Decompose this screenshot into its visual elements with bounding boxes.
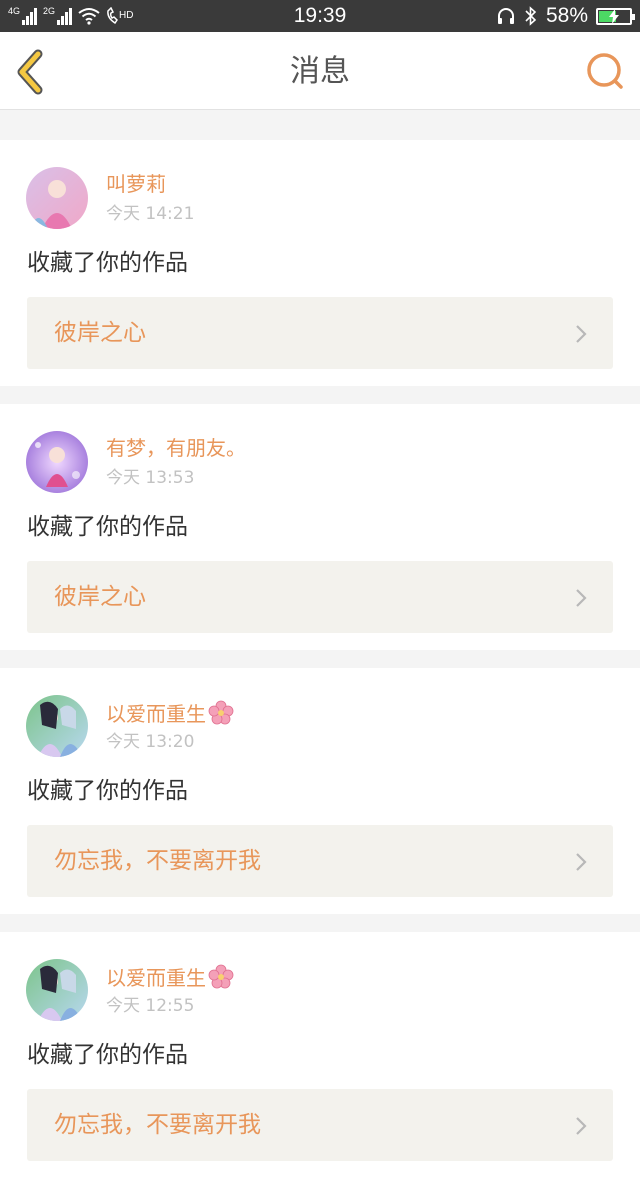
- username[interactable]: 有梦，有朋友。: [106, 436, 246, 460]
- username-text: 以爱而重生: [106, 702, 206, 726]
- avatar[interactable]: [26, 959, 88, 1021]
- work-link[interactable]: 彼岸之心: [27, 297, 613, 369]
- username[interactable]: 叫萝莉: [106, 172, 166, 196]
- back-chevron-icon: [17, 49, 43, 95]
- chevron-right-icon: [576, 325, 587, 343]
- headphones-icon: [497, 8, 514, 24]
- search-icon: [587, 53, 623, 89]
- message-card: 有梦，有朋友。 今天 13:53 收藏了你的作品 彼岸之心: [0, 404, 640, 650]
- search-button[interactable]: [584, 50, 626, 92]
- nav-bar: 消息: [0, 32, 640, 110]
- message-card: 以爱而重生 今天 12:55 收藏了你的作品 勿忘我，不要离开我: [0, 932, 640, 1178]
- action-text: 收藏了你的作品: [27, 778, 188, 804]
- username[interactable]: 以爱而重生: [106, 700, 234, 726]
- timestamp: 今天 12:55: [106, 996, 195, 1016]
- chevron-right-icon: [576, 1117, 587, 1135]
- avatar[interactable]: [26, 695, 88, 757]
- cherry-blossom-icon: [208, 700, 234, 725]
- avatar-image-icon: [26, 167, 88, 229]
- back-button[interactable]: [14, 48, 54, 96]
- status-right: 58%: [496, 4, 635, 27]
- chevron-right-icon: [576, 853, 587, 871]
- cherry-blossom-icon: [208, 964, 234, 989]
- work-title: 勿忘我，不要离开我: [54, 1112, 261, 1138]
- username[interactable]: 以爱而重生: [106, 964, 234, 990]
- timestamp: 今天 13:53: [106, 468, 195, 488]
- action-text: 收藏了你的作品: [27, 250, 188, 276]
- bluetooth-icon: [525, 6, 537, 26]
- message-card: 叫萝莉 今天 14:21 收藏了你的作品 彼岸之心: [0, 140, 640, 386]
- avatar[interactable]: [26, 431, 88, 493]
- avatar-image-icon: [26, 695, 88, 757]
- chevron-right-icon: [576, 589, 587, 607]
- work-title: 勿忘我，不要离开我: [54, 848, 261, 874]
- work-link[interactable]: 彼岸之心: [27, 561, 613, 633]
- message-list: 叫萝莉 今天 14:21 收藏了你的作品 彼岸之心 有梦，有朋友。 今天 13:…: [0, 122, 640, 1178]
- message-card: 以爱而重生 今天 13:20 收藏了你的作品 勿忘我，不要离开我: [0, 668, 640, 914]
- action-text: 收藏了你的作品: [27, 1042, 188, 1068]
- timestamp: 今天 13:20: [106, 732, 195, 752]
- work-link[interactable]: 勿忘我，不要离开我: [27, 825, 613, 897]
- avatar-image-icon: [26, 431, 88, 493]
- timestamp: 今天 14:21: [106, 204, 195, 224]
- username-text: 以爱而重生: [106, 966, 206, 990]
- avatar-image-icon: [26, 959, 88, 1021]
- action-text: 收藏了你的作品: [27, 514, 188, 540]
- avatar[interactable]: [26, 167, 88, 229]
- work-title: 彼岸之心: [54, 584, 146, 610]
- battery-percent: 58%: [545, 4, 588, 27]
- charging-bolt-icon: [609, 8, 619, 24]
- work-link[interactable]: 勿忘我，不要离开我: [27, 1089, 613, 1161]
- battery-icon: [596, 7, 635, 25]
- page-title: 消息: [290, 54, 350, 89]
- status-bar: 4G 2G HD 19:39 58%: [0, 0, 640, 32]
- work-title: 彼岸之心: [54, 320, 146, 346]
